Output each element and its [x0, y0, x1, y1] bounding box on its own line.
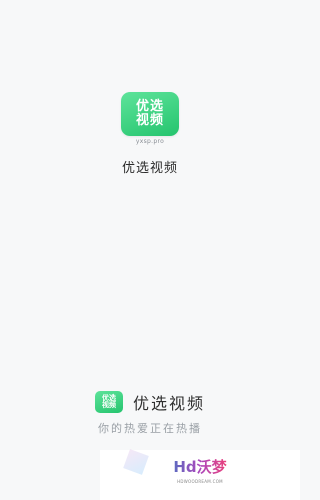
watermark-domain: HDWOODREAM.COM	[177, 479, 223, 484]
slogan: 你的热爱正在热播	[98, 422, 202, 435]
splash-center: 优选 视频 yxsp.pro 优选视频	[0, 92, 300, 176]
footer-logo: 优选 视频	[94, 391, 123, 413]
app-name: 优选视频	[121, 161, 178, 176]
footer-brand: 优选 视频 优选视频	[0, 390, 300, 414]
watermark-text: Hd沃梦	[173, 458, 227, 476]
footer-brand-name: 优选视频	[132, 394, 205, 413]
logo-line-1: 优选	[135, 99, 164, 115]
watermark-deco	[123, 449, 149, 475]
watermark-mark: Hd沃梦 HDWOODREAM.COM	[160, 456, 240, 494]
app-logo: 优选 视频	[121, 92, 179, 136]
logo-domain: yxsp.pro	[135, 138, 165, 145]
watermark: Hd沃梦 HDWOODREAM.COM	[100, 449, 300, 500]
logo-line-2: 视频	[135, 113, 164, 128]
footer-logo-line-2: 视频	[101, 401, 116, 409]
